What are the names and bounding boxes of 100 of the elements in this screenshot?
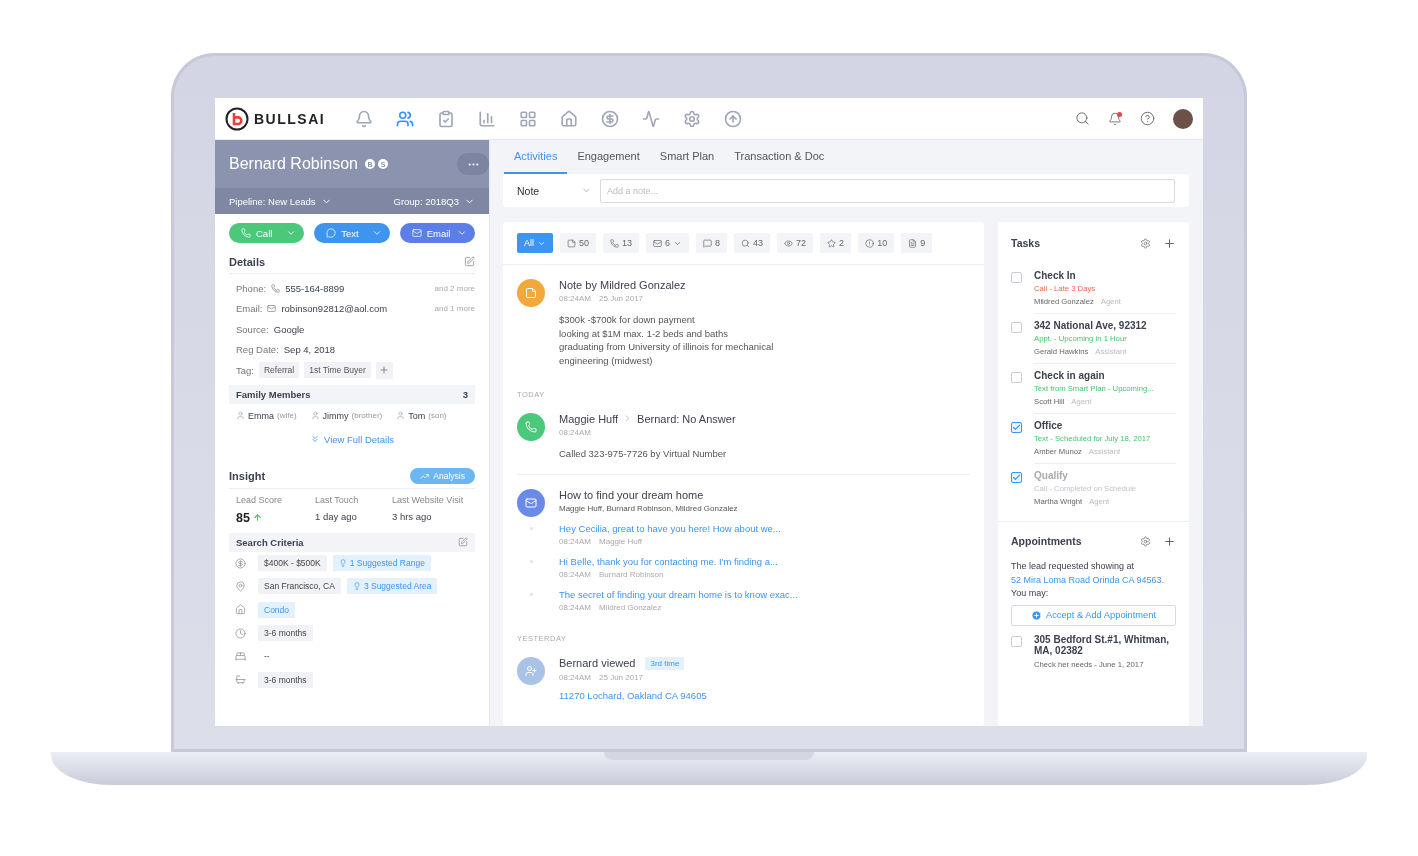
filter-button[interactable]: 2 — [820, 233, 852, 253]
tab[interactable]: Engagement — [567, 140, 650, 174]
filter-button[interactable]: 10 — [858, 233, 895, 253]
time: 08:24AM — [559, 427, 592, 437]
plus-icon[interactable] — [1163, 534, 1176, 548]
arrow-up-icon — [723, 109, 742, 128]
stat-value: 85 — [236, 510, 250, 525]
help-icon — [1140, 111, 1155, 126]
author: Maggie Huff — [599, 536, 643, 546]
settings-icon[interactable] — [1140, 535, 1151, 547]
check-icon — [1012, 423, 1021, 432]
group-dropdown[interactable]: Group: 2018Q3 — [393, 195, 475, 207]
note-line: looking at $1M max. 1-2 beds and baths — [559, 326, 729, 341]
tab[interactable]: Smart Plan — [649, 140, 725, 174]
stat-value: 3 hrs ago — [392, 510, 432, 522]
filter-button[interactable]: 13 — [603, 233, 640, 253]
text-button[interactable]: Text — [314, 223, 390, 243]
help-button[interactable] — [1140, 111, 1155, 126]
plus-icon[interactable] — [1163, 236, 1176, 250]
task-title: Qualify — [1034, 470, 1069, 481]
note-type-dropdown[interactable]: Note — [517, 184, 592, 197]
activity-title: Note by Mildred Gonzalez — [559, 279, 686, 291]
checkbox[interactable] — [1011, 372, 1022, 383]
search-button[interactable] — [1075, 111, 1090, 126]
filter-button[interactable]: All — [517, 233, 553, 253]
criteria-chip[interactable]: San Francisco, CA — [258, 578, 341, 595]
logo-text: BULLSAI — [254, 110, 326, 127]
pipeline-dropdown[interactable]: Pipeline: New Leads — [229, 195, 332, 207]
note-line: graduating from University of illinois for mechanical — [559, 340, 775, 355]
edit-icon[interactable] — [458, 537, 468, 547]
checkbox[interactable] — [1011, 635, 1022, 647]
filter-button[interactable]: 43 — [734, 233, 771, 253]
user-avatar[interactable] — [1173, 108, 1193, 129]
chevrons-down-icon — [309, 434, 320, 444]
settings-icon — [682, 109, 701, 128]
mail-icon — [267, 304, 277, 314]
message-link[interactable]: Hey Cecilia, great to have you here! How about we... — [559, 522, 781, 534]
filter-button[interactable]: 72 — [777, 233, 814, 253]
tab[interactable]: Transaction & Doc — [724, 140, 835, 174]
panel-title: Tasks — [1011, 237, 1040, 249]
field-label: Tag: — [236, 364, 254, 376]
panel-title: Appointments — [1011, 535, 1082, 547]
caller-name: Maggie Huff — [559, 412, 619, 425]
filter-button[interactable]: 50 — [560, 233, 597, 253]
suggestion-chip[interactable]: 1 Suggested Range — [332, 555, 431, 572]
call-button[interactable]: Call — [229, 223, 305, 243]
contact-name: Bernard Robinson — [229, 155, 358, 173]
checkbox[interactable] — [1011, 422, 1022, 433]
note-line: engineering (midwest) — [559, 354, 654, 368]
analysis-button[interactable]: Analysis — [410, 468, 475, 484]
suggestion-chip[interactable]: 3 Suggested Area — [346, 578, 438, 595]
tag: Referral — [258, 362, 300, 379]
checkbox[interactable] — [1011, 272, 1022, 283]
grid-icon — [518, 109, 537, 128]
criteria-chip[interactable]: 3-6 months — [258, 671, 313, 688]
accept-appointment-button[interactable]: Accept & Add Appointment — [1011, 604, 1176, 626]
bulb-icon — [352, 582, 361, 591]
notifications-button[interactable] — [1108, 111, 1122, 126]
email-button[interactable]: Email — [399, 223, 475, 243]
call-result: Bernard: No Answer — [637, 412, 736, 425]
address-link[interactable]: 52 Mira Loma Road Orinda CA 94563. — [1011, 574, 1165, 585]
field-label: Reg Date: — [236, 344, 279, 356]
stat-label: Last Touch — [315, 494, 360, 505]
task-title: Check in again — [1034, 370, 1106, 381]
criteria-chip[interactable]: $400K - $500K — [258, 555, 327, 572]
phone-icon — [241, 228, 251, 238]
filter-button[interactable]: 9 — [901, 233, 933, 253]
checkbox[interactable] — [1011, 322, 1022, 333]
more-button[interactable] — [457, 153, 489, 175]
bulb-icon — [338, 559, 347, 568]
bed-icon — [235, 650, 246, 662]
more-link[interactable]: and 2 more — [434, 283, 475, 293]
message-link[interactable]: Hi Belle, thank you for contacting me. I'm finding a... — [559, 555, 778, 567]
member-name: Jimmy — [322, 410, 349, 421]
call-detail: Called 323-975-7726 by Virtual Number — [559, 446, 728, 461]
participants: Maggie Huff, Burnard Robinson, Mildred Gonzalez — [559, 503, 738, 513]
dollar-icon — [600, 109, 619, 128]
filter-button[interactable]: 8 — [696, 233, 728, 253]
checkbox[interactable] — [1011, 472, 1022, 483]
task-title: Office — [1034, 420, 1064, 431]
add-tag-button[interactable] — [375, 361, 393, 379]
field-label: Phone: — [236, 282, 267, 294]
more-link[interactable]: and 1 more — [434, 304, 475, 314]
clock-icon — [235, 627, 246, 639]
settings-icon[interactable] — [1140, 237, 1151, 249]
criteria-chip[interactable]: Condo — [258, 601, 296, 618]
house-icon — [559, 109, 578, 128]
criteria-chip[interactable]: 3-6 months — [258, 625, 313, 642]
bath-icon — [235, 674, 246, 686]
chevron-icon — [457, 228, 467, 238]
edit-icon[interactable] — [464, 256, 475, 267]
request-message: The lead requested showing at 52 Mira Loma Road Orinda CA 94563. — [1011, 560, 1166, 587]
filter-button[interactable]: 6 — [646, 233, 690, 253]
field-label: Source: — [236, 323, 269, 335]
house-icon — [235, 604, 246, 616]
field-value: Google — [273, 323, 305, 335]
address-link[interactable]: 11270 Lochard, Oakland CA 94605 — [559, 689, 970, 701]
view-details-link[interactable]: View Full Details — [309, 433, 394, 445]
message-link[interactable]: The secret of finding your dream home is to know exac... — [559, 588, 798, 600]
note-field[interactable]: Add a note... — [600, 178, 1175, 203]
